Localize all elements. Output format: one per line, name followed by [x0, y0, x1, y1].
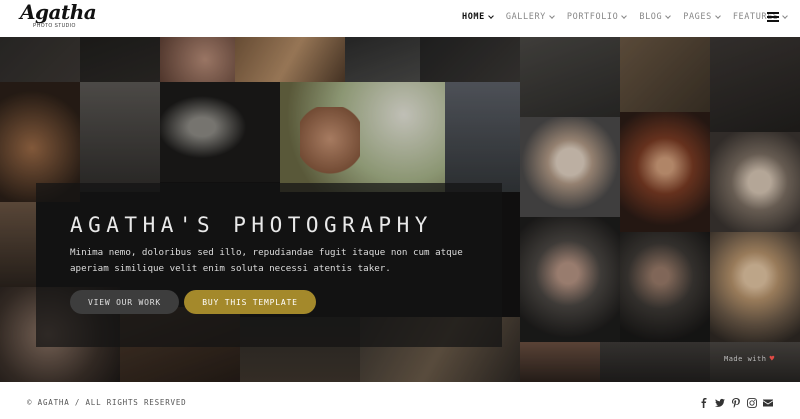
chevron-down-icon: [549, 12, 555, 19]
nav-item-pages[interactable]: PAGES: [683, 12, 721, 22]
logo-text: Agatha: [20, 0, 97, 24]
nav-item-label: PAGES: [683, 12, 712, 22]
hero-title: AGATHA'S PHOTOGRAPHY: [70, 213, 433, 237]
made-with-badge: Made with ♥: [724, 354, 775, 363]
nav-item-portfolio[interactable]: PORTFOLIO: [566, 12, 628, 22]
nav-item-label: GALLERY: [505, 12, 546, 22]
site-footer: © AGATHA / ALL RIGHTS RESERVED: [0, 382, 800, 419]
view-our-work-button[interactable]: VIEW OUR WORK: [70, 290, 179, 314]
nav-item-blog[interactable]: BLOG: [639, 12, 672, 22]
made-with-label: Made with: [724, 355, 767, 363]
twitter-icon[interactable]: [714, 397, 725, 408]
instagram-icon[interactable]: [746, 397, 757, 408]
chevron-down-icon: [715, 12, 721, 19]
chevron-down-icon: [621, 12, 628, 19]
chevron-down-icon: [665, 12, 672, 19]
main-nav: HOME GALLERY PORTFOLIO BLOG PAGES FEATUR…: [462, 11, 800, 23]
chevron-down-icon: [781, 12, 788, 19]
logo[interactable]: Agatha PHOTO STUDIO: [20, 0, 97, 34]
facebook-icon[interactable]: [698, 397, 709, 408]
nav-item-label: PORTFOLIO: [566, 12, 619, 22]
nav-item-home[interactable]: HOME: [462, 12, 494, 22]
site-header: Agatha PHOTO STUDIO HOME GALLERY PORTFOL…: [0, 0, 800, 37]
nav-item-label: HOME: [462, 12, 485, 22]
logo-tagline: PHOTO STUDIO: [33, 23, 76, 29]
hamburger-icon[interactable]: [767, 12, 779, 22]
nav-item-label: BLOG: [639, 12, 663, 22]
hero-section: AGATHA'S PHOTOGRAPHY Minima nemo, dolori…: [0, 37, 800, 382]
heart-icon: ♥: [769, 354, 775, 363]
hero-panel: AGATHA'S PHOTOGRAPHY Minima nemo, dolori…: [36, 183, 502, 347]
chevron-down-icon: [488, 12, 494, 19]
nav-item-gallery[interactable]: GALLERY: [505, 12, 555, 22]
pinterest-icon[interactable]: [730, 397, 741, 408]
copyright-text: © AGATHA / ALL RIGHTS RESERVED: [27, 398, 187, 407]
hero-description: Minima nemo, doloribus sed illo, repudia…: [70, 247, 463, 274]
email-icon[interactable]: [762, 397, 773, 408]
social-links: [698, 397, 778, 408]
buy-template-button[interactable]: BUY THIS TEMPLATE: [184, 290, 316, 314]
